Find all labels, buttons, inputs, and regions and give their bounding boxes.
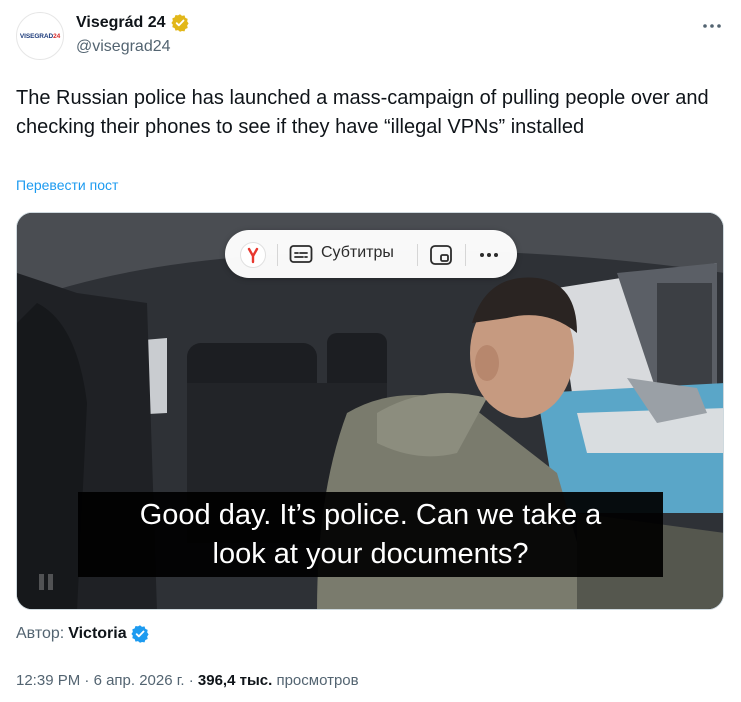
- toolbar-divider: [465, 244, 466, 266]
- pause-icon[interactable]: [35, 571, 57, 593]
- meta-separator: ·: [184, 672, 198, 689]
- subtitle-line-1: Good day. It’s police. Can we take a: [139, 499, 602, 531]
- author-credit-label: Автор:: [16, 625, 65, 642]
- meta-separator: ·: [80, 672, 94, 689]
- toolbar-divider: [277, 244, 278, 266]
- author-name-row: Visegrád 24: [76, 13, 190, 33]
- video-author-credit: Автор: Victoria: [16, 624, 150, 644]
- more-options-icon[interactable]: [700, 14, 724, 38]
- author-display-name[interactable]: Visegrád 24: [76, 14, 166, 32]
- subtitles-button-label[interactable]: Субтитры: [321, 244, 394, 262]
- picture-in-picture-icon[interactable]: [429, 243, 453, 267]
- views-label: просмотров: [272, 672, 359, 689]
- video-toolbar: Субтитры: [225, 230, 517, 278]
- toolbar-divider: [417, 244, 418, 266]
- author-handle[interactable]: @visegrad24: [76, 38, 171, 56]
- video-subtitle-caption: Good day. It’s police. Can we take a loo…: [78, 492, 663, 577]
- yandex-icon[interactable]: [240, 242, 266, 268]
- avatar[interactable]: VISEGRAD24: [16, 12, 64, 60]
- tweet-time[interactable]: 12:39 PM: [16, 672, 80, 689]
- subtitle-line-2: look at your documents?: [212, 538, 529, 570]
- tweet-metadata: 12:39 PM · 6 апр. 2026 г. · 396,4 тыс. п…: [16, 672, 359, 689]
- yandex-logo-icon: [247, 247, 259, 264]
- blue-verified-badge-icon: [131, 625, 149, 643]
- tweet-text: The Russian police has launched a mass-c…: [16, 87, 709, 138]
- gold-verified-badge-icon: [170, 14, 189, 32]
- author-credit-name[interactable]: Victoria: [68, 625, 126, 643]
- translate-post-link[interactable]: Перевести пост: [16, 177, 118, 193]
- views-count: 396,4 тыс.: [197, 672, 273, 689]
- avatar-logo-text: VISEGRAD24: [19, 32, 61, 40]
- subtitles-icon[interactable]: [289, 244, 313, 264]
- toolbar-more-icon[interactable]: [477, 243, 501, 267]
- video-player[interactable]: Субтитры Good day. It’s police. Can we t…: [16, 212, 724, 610]
- tweet-date[interactable]: 6 апр. 2026 г.: [94, 672, 185, 689]
